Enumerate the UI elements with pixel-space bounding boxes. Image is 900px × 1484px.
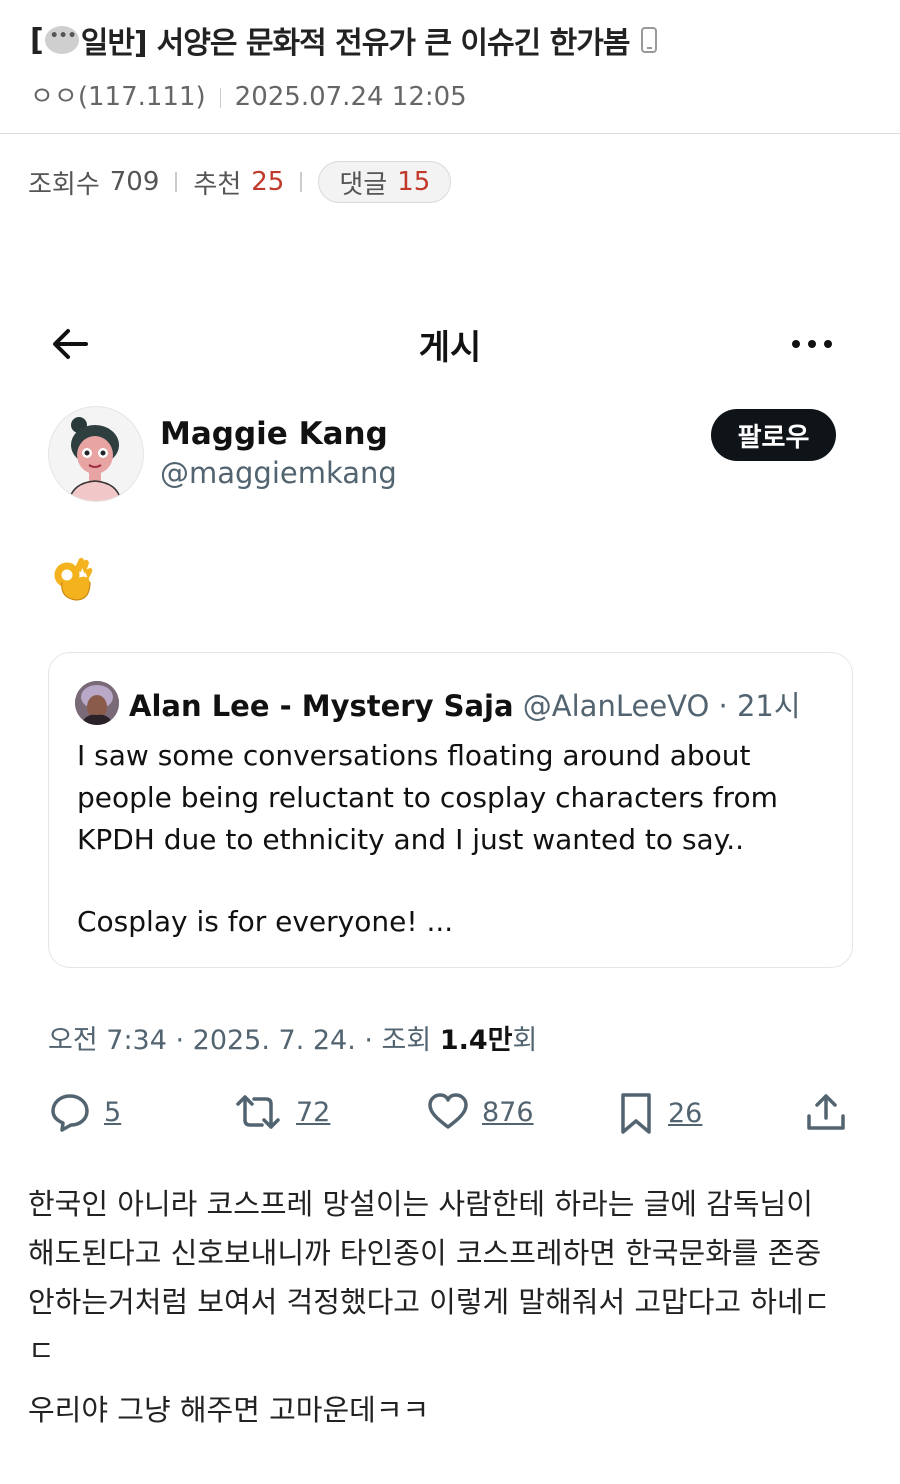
reply-icon — [48, 1090, 92, 1134]
meta-divider — [219, 87, 221, 108]
quoted-text: I saw some conversations floating around… — [77, 735, 837, 943]
share-button[interactable] — [804, 1090, 848, 1134]
retweet-icon — [232, 1090, 284, 1134]
stat-divider — [175, 172, 178, 192]
ok-hand-emoji — [52, 556, 96, 602]
speech-bubble-icon — [44, 26, 79, 54]
author-name[interactable]: Maggie Kang — [160, 416, 388, 452]
follow-button[interactable]: 팔로우 — [711, 409, 836, 461]
quoted-avatar — [75, 681, 119, 725]
author-handle[interactable]: @maggiemkang — [160, 456, 397, 490]
retweet-button[interactable]: 72 — [232, 1090, 330, 1134]
body-line: 한국인 아니라 코스프레 망설이는 사람한테 하라는 글에 감독님이 — [28, 1187, 813, 1221]
phone-icon — [641, 27, 658, 53]
post-header: [ 일반] 서양은 문화적 전유가 큰 이슈긴 한가봄 ㅇㅇ(117.111) 2… — [0, 0, 900, 134]
quoted-line: people being reluctant to cosplay charac… — [77, 781, 778, 814]
bookmark-button[interactable]: 26 — [616, 1090, 702, 1136]
tweet-actions: 5 72 876 26 — [0, 1090, 900, 1140]
tweet-meta: 오전 7:34 · 2025. 7. 24. · 조회 1.4만회 — [48, 1018, 537, 1057]
tweet-views-suffix: 회 — [512, 1025, 538, 1056]
quoted-handle: @AlanLeeVO · 21시 — [522, 689, 801, 723]
views-label: 조회수 — [28, 169, 100, 200]
views-count: 709 — [109, 167, 160, 197]
more-icon[interactable] — [790, 322, 834, 369]
quoted-header: Alan Lee - Mystery Saja @AlanLeeVO · 21시 — [129, 683, 801, 725]
recommend-label: 추천 — [193, 169, 242, 200]
reply-count: 5 — [104, 1096, 122, 1128]
recommend-count: 25 — [251, 167, 285, 197]
tweet-page-title: 게시 — [418, 328, 482, 368]
tweet-timestamp: 오전 7:34 · 2025. 7. 24. · 조회 — [48, 1025, 440, 1056]
comments-button[interactable]: 댓글 15 — [318, 161, 452, 203]
body-line: 우리야 그냥 해주면 고마운데ㅋㅋ — [28, 1393, 430, 1427]
reply-button[interactable]: 5 — [48, 1090, 121, 1134]
comments-count: 15 — [397, 167, 431, 197]
avatar[interactable] — [48, 406, 144, 502]
post-stats: 조회수 709 추천 25 댓글 15 — [28, 160, 452, 204]
post-category: 일반] — [80, 26, 148, 61]
bookmark-count: 26 — [668, 1097, 703, 1129]
post-title[interactable]: [ 일반] 서양은 문화적 전유가 큰 이슈긴 한가봄 — [30, 18, 658, 62]
post-meta: ㅇㅇ(117.111) 2025.07.24 12:05 — [30, 76, 467, 113]
post-date: 2025.07.24 12:05 — [234, 82, 467, 112]
body-line: ㄷ — [28, 1334, 55, 1368]
bookmark-icon — [616, 1090, 656, 1136]
like-icon — [426, 1090, 470, 1134]
body-line: 해도된다고 신호보내니까 타인종이 코스프레하면 한국문화를 존중 — [28, 1236, 822, 1270]
tweet-top-bar: 게시 — [0, 310, 900, 380]
quoted-line: I saw some conversations floating around… — [77, 739, 751, 772]
post-body: 한국인 아니라 코스프레 망설이는 사람한테 하라는 글에 감독님이 해도된다고… — [28, 1180, 878, 1435]
retweet-count: 72 — [296, 1096, 331, 1128]
post-title-text: 서양은 문화적 전유가 큰 이슈긴 한가봄 — [156, 26, 631, 61]
comments-label: 댓글 — [339, 169, 388, 200]
title-bracket: [ — [30, 22, 44, 58]
quoted-line: Cosplay is for everyone! ... — [77, 905, 454, 938]
body-line: 안하는거처럼 보여서 걱정했다고 이렇게 말해줘서 고맙다고 하네ㄷ — [28, 1285, 831, 1319]
quoted-line: KPDH due to ethnicity and I just wanted … — [77, 823, 745, 856]
like-count: 876 — [482, 1096, 534, 1128]
share-icon — [804, 1090, 848, 1134]
post-author[interactable]: ㅇㅇ(117.111) — [30, 82, 206, 112]
quoted-tweet[interactable]: Alan Lee - Mystery Saja @AlanLeeVO · 21시… — [48, 652, 853, 968]
stat-divider — [300, 172, 303, 192]
tweet-views: 1.4만 — [439, 1025, 513, 1056]
quoted-blank-line — [77, 861, 837, 901]
like-button[interactable]: 876 — [426, 1090, 534, 1134]
quoted-name: Alan Lee - Mystery Saja — [129, 689, 514, 723]
